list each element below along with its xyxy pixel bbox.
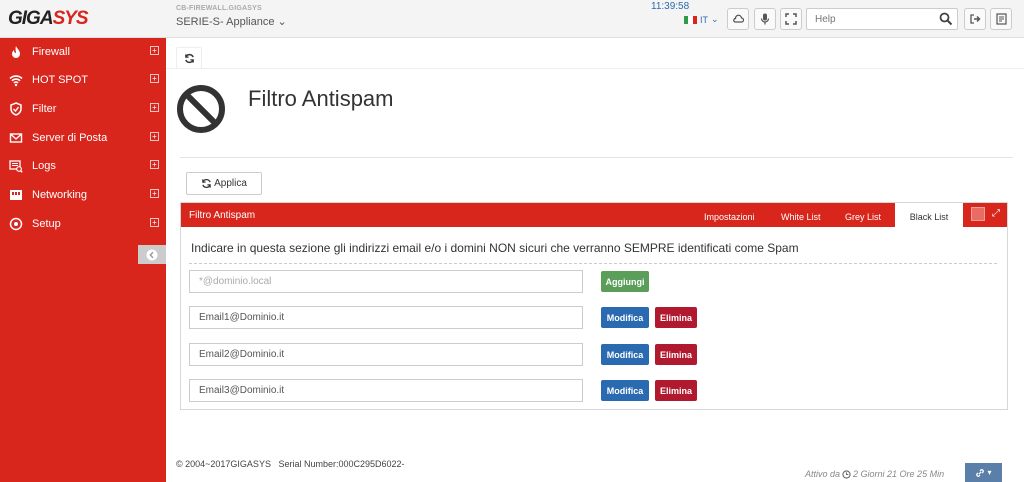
refresh-icon xyxy=(202,178,211,189)
footer: © 2004~2017GIGASYS Serial Number:000C295… xyxy=(176,459,405,469)
expand-icon[interactable]: + xyxy=(150,132,159,141)
fullscreen-icon xyxy=(785,13,797,25)
section-description: Indicare in questa sezione gli indirizzi… xyxy=(191,241,799,255)
color-square-button[interactable] xyxy=(971,207,985,221)
entry-input-3[interactable] xyxy=(189,379,583,402)
language-selector[interactable]: IT ⌄ xyxy=(684,14,719,25)
link-menu-button[interactable]: ▾ xyxy=(965,463,1002,482)
uptime-status: Attivo da 2 Giorni 21 Ore 25 Min xyxy=(805,469,945,479)
entry-input-2[interactable] xyxy=(189,343,583,366)
chevron-down-icon: ▾ xyxy=(987,468,992,477)
chevron-down-icon: ⌄ xyxy=(277,16,287,28)
edit-button-2[interactable]: Modifica xyxy=(601,344,649,365)
flame-icon xyxy=(12,46,20,58)
device-model[interactable]: SERIE-S- Appliance ⌄ xyxy=(176,15,287,28)
tab-grey-list[interactable]: Grey List xyxy=(845,203,881,227)
clock: 11:39:58 xyxy=(651,1,690,12)
microphone-button[interactable] xyxy=(754,8,776,30)
cloud-icon xyxy=(733,14,744,23)
sidebar-item-hotspot[interactable]: HOT SPOT + xyxy=(0,66,166,94)
sidebar-item-filter[interactable]: Filter + xyxy=(0,95,166,123)
gigasys-logo: GIGASYS xyxy=(8,8,89,29)
delete-button-1[interactable]: Elimina xyxy=(655,307,697,328)
tab-impostazioni[interactable]: Impostazioni xyxy=(704,203,755,227)
delete-button-3[interactable]: Elimina xyxy=(655,380,697,401)
fullscreen-button[interactable] xyxy=(780,8,802,30)
italy-flag-icon xyxy=(684,15,697,24)
new-entry-input[interactable] xyxy=(189,270,583,293)
apply-button[interactable]: Applica xyxy=(186,172,262,195)
page-title: Filtro Antispam xyxy=(248,86,394,111)
search-icon[interactable] xyxy=(939,12,953,26)
expand-icon[interactable]: + xyxy=(150,218,159,227)
sidebar-item-networking[interactable]: Networking + xyxy=(0,181,166,209)
logs-icon xyxy=(9,160,23,173)
setup-icon xyxy=(9,217,23,231)
wifi-icon xyxy=(9,75,23,87)
add-button[interactable]: Aggiungi xyxy=(601,271,649,292)
expand-icon[interactable]: + xyxy=(150,103,159,112)
panel-header: Filtro Antispam Impostazioni White List … xyxy=(181,203,1007,227)
divider xyxy=(166,68,1024,69)
delete-button-2[interactable]: Elimina xyxy=(655,344,697,365)
refresh-button[interactable] xyxy=(176,47,202,69)
divider xyxy=(189,263,997,264)
edit-button-3[interactable]: Modifica xyxy=(601,380,649,401)
link-icon xyxy=(976,468,985,477)
entry-input-1[interactable] xyxy=(189,306,583,329)
refresh-icon xyxy=(184,53,194,63)
help-search[interactable] xyxy=(806,8,958,30)
shield-icon xyxy=(10,102,22,116)
arrow-left-circle-icon xyxy=(146,249,158,260)
expand-icon[interactable]: ⤢ xyxy=(992,208,1000,219)
sidebar-item-logs[interactable]: Logs + xyxy=(0,152,166,180)
expand-icon[interactable]: + xyxy=(150,74,159,83)
clock-icon xyxy=(842,469,851,479)
help-search-input[interactable] xyxy=(807,9,927,29)
top-bar: GIGASYS CB-FIREWALL.GIGASYS SERIE-S- App… xyxy=(0,0,1024,38)
network-icon xyxy=(10,190,22,200)
logout-button[interactable] xyxy=(964,8,986,30)
device-info[interactable]: CB-FIREWALL.GIGASYS SERIE-S- Appliance ⌄ xyxy=(176,5,287,28)
logout-icon xyxy=(970,14,981,24)
device-hostname: CB-FIREWALL.GIGASYS xyxy=(176,5,262,12)
tab-white-list[interactable]: White List xyxy=(781,203,821,227)
serial-number: Serial Number:000C295D6022- xyxy=(278,459,405,469)
envelope-icon xyxy=(9,133,23,143)
expand-icon[interactable]: + xyxy=(150,46,159,55)
cloud-button[interactable] xyxy=(727,8,749,30)
panel-title: Filtro Antispam xyxy=(189,210,256,221)
edit-button-1[interactable]: Modifica xyxy=(601,307,649,328)
sidebar: Firewall + HOT SPOT + Filter + Server di… xyxy=(0,38,166,482)
expand-icon[interactable]: + xyxy=(150,160,159,169)
expand-icon[interactable]: + xyxy=(150,189,159,198)
sidebar-collapse-button[interactable] xyxy=(138,245,166,264)
sidebar-item-server-di-posta[interactable]: Server di Posta + xyxy=(0,124,166,152)
divider xyxy=(180,157,1013,158)
sidebar-item-setup[interactable]: Setup + xyxy=(0,210,166,238)
no-entry-icon xyxy=(177,85,225,133)
notes-button[interactable] xyxy=(990,8,1012,30)
notes-icon xyxy=(995,13,1007,25)
tab-black-list[interactable]: Black List xyxy=(895,203,963,227)
copyright-text: © 2004~2017GIGASYS xyxy=(176,459,271,469)
antispam-panel: Filtro Antispam Impostazioni White List … xyxy=(180,202,1008,410)
microphone-icon xyxy=(760,13,770,25)
sidebar-item-firewall[interactable]: Firewall + xyxy=(0,38,166,66)
chevron-down-icon: ⌄ xyxy=(711,14,719,24)
